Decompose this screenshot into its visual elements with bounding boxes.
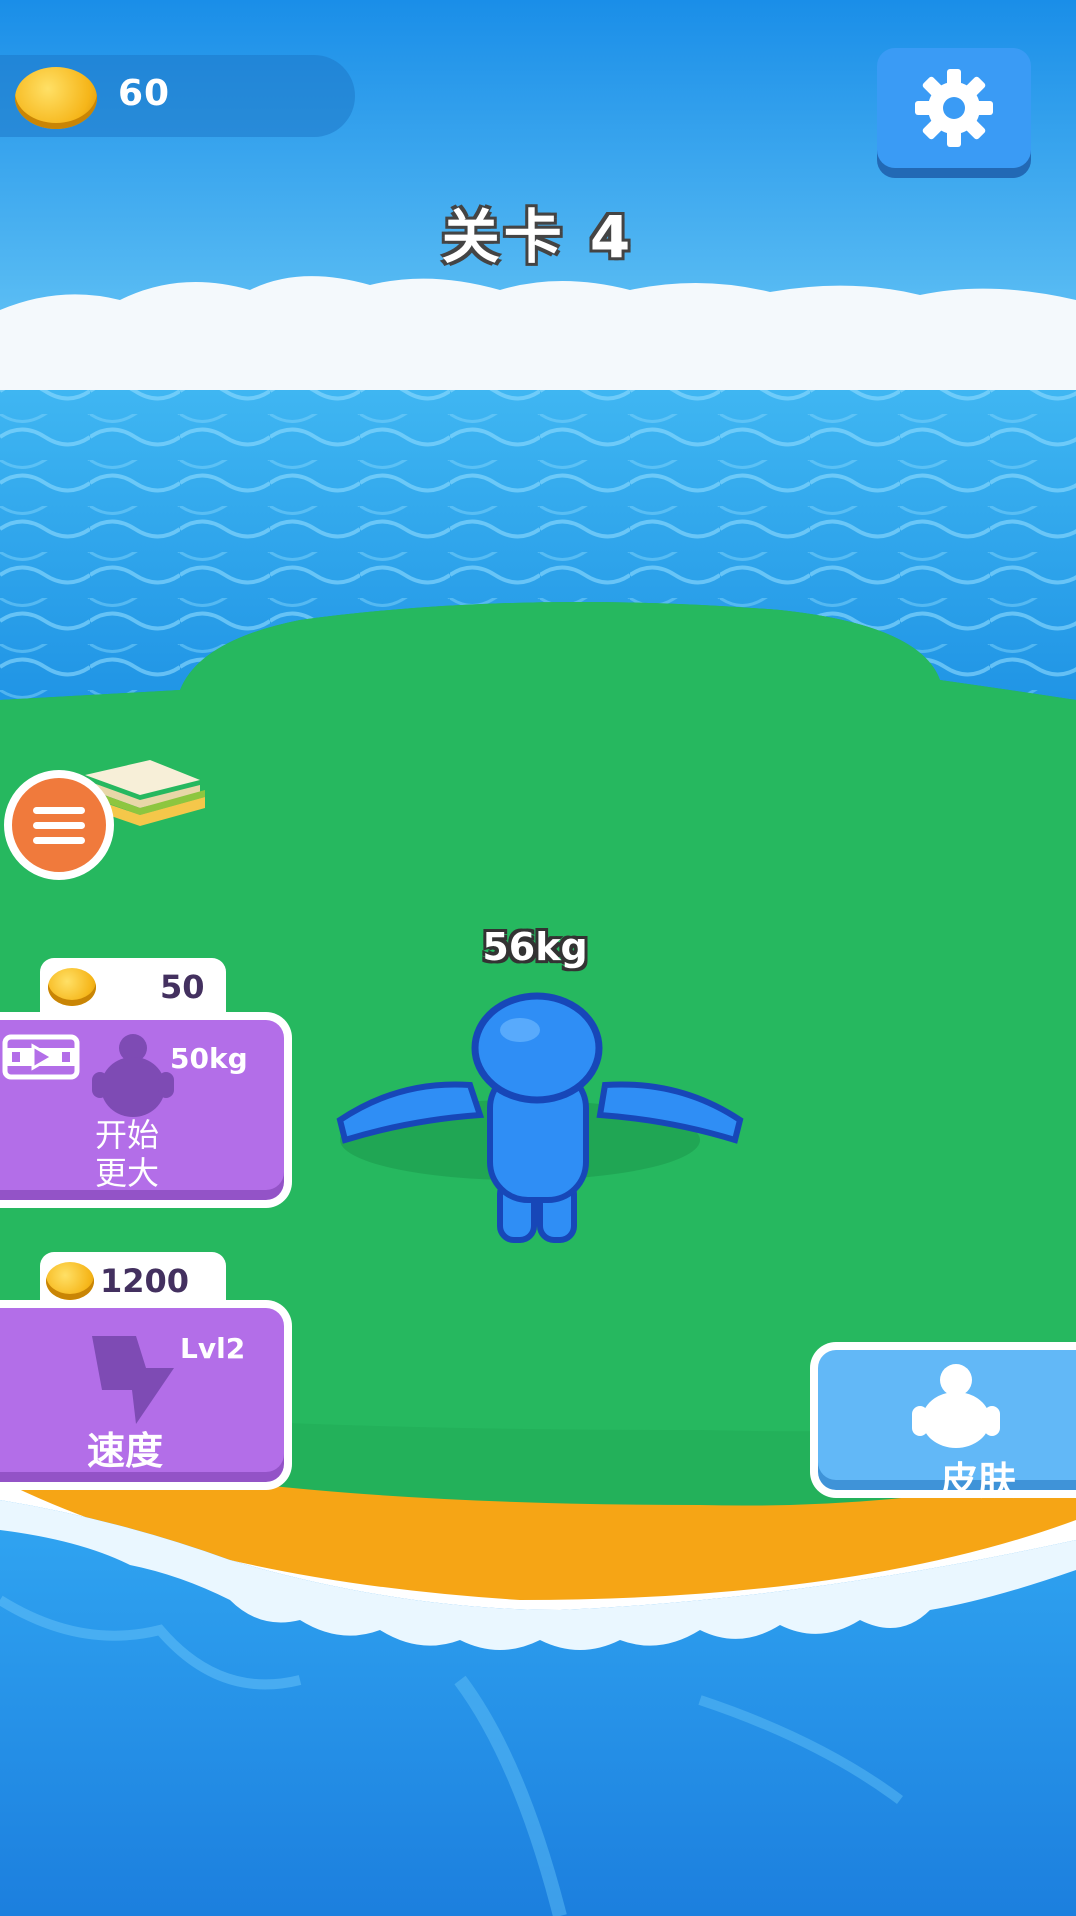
- coin-icon: [46, 1262, 94, 1300]
- lightning-icon: [92, 1336, 174, 1424]
- clouds: [0, 276, 1076, 400]
- coin-icon: [15, 67, 97, 129]
- start-bigger-label-line2: 更大: [94, 1154, 159, 1192]
- skin-label: 皮肤: [939, 1459, 1016, 1503]
- speed-label: 速度: [86, 1429, 163, 1473]
- video-icon: [2, 1034, 80, 1080]
- menu-icon: [33, 806, 85, 814]
- fat-figure-icon: [92, 1034, 174, 1117]
- player-weight-label: 56kg: [482, 925, 588, 969]
- start-bigger-label-line1: 开始: [94, 1116, 159, 1154]
- start-bigger-upgrade-button[interactable]: 50kg 开始 更大: [0, 1012, 292, 1208]
- start-bigger-target-weight: 50kg: [170, 1042, 248, 1075]
- speed-price: 1200: [100, 1262, 190, 1300]
- level-title: 关卡 4: [441, 203, 635, 271]
- menu-button[interactable]: [4, 770, 114, 880]
- settings-button[interactable]: [877, 48, 1031, 168]
- start-bigger-price: 50: [160, 968, 205, 1006]
- start-bigger-price-tab: 50: [40, 958, 226, 1018]
- skin-button[interactable]: 皮肤: [810, 1342, 1076, 1503]
- coin-counter: 60: [0, 55, 355, 137]
- speed-level: Lvl2: [180, 1332, 246, 1365]
- gear-icon: [915, 69, 993, 147]
- body-icon: [912, 1364, 1000, 1448]
- coin-count: 60: [118, 73, 171, 114]
- coin-icon: [48, 968, 96, 1006]
- speed-upgrade-button[interactable]: Lvl2 速度: [0, 1300, 292, 1490]
